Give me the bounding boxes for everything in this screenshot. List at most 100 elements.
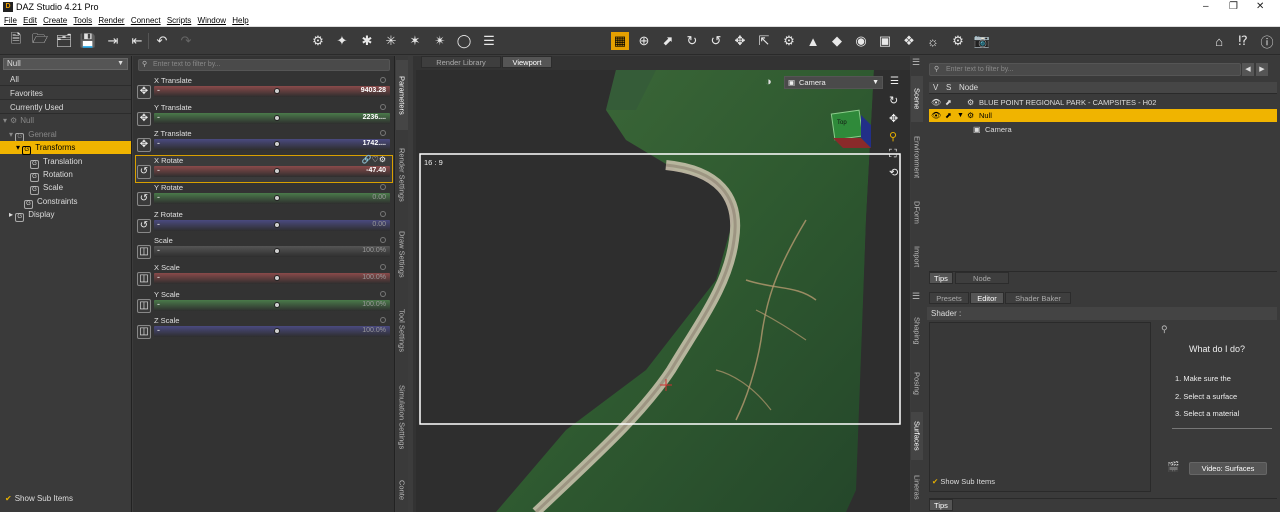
zoom-camera-icon[interactable]: ⚲ xyxy=(889,130,897,143)
tab-posing[interactable]: Posing xyxy=(911,360,923,406)
tab-presets[interactable]: Presets xyxy=(929,292,969,304)
menu-window[interactable]: Window xyxy=(198,15,226,27)
column-selectable[interactable]: S xyxy=(946,83,951,92)
open-file-icon[interactable]: 🗁 xyxy=(31,31,49,50)
pointer-tool-icon[interactable]: ⬈ xyxy=(659,32,677,50)
render-settings-icon[interactable]: ▣ xyxy=(876,32,894,50)
parameters-filter-input[interactable]: ⚲ Enter text to filter by... xyxy=(138,59,390,71)
tree-node-constraints[interactable]: G Constraints xyxy=(24,195,77,209)
create-primitive-icon[interactable]: ◯ xyxy=(455,32,473,50)
minus-icon[interactable]: - xyxy=(157,272,160,282)
menu-connect[interactable]: Connect xyxy=(131,15,161,27)
parameter-options-icon[interactable] xyxy=(380,290,386,297)
surfaces-show-sub-items-checkbox[interactable]: ✔ Show Sub Items xyxy=(932,477,995,486)
daz-connect-icon[interactable]: ⌂ xyxy=(1210,32,1228,50)
parameter-options-icon[interactable] xyxy=(380,317,386,324)
render-icon[interactable]: ⚙ xyxy=(949,32,967,50)
viewport-menu-icon[interactable]: ☰ xyxy=(890,76,899,87)
parameter-options-icon[interactable] xyxy=(380,237,386,244)
next-icon[interactable]: ▶ xyxy=(1256,63,1268,76)
parameter-z-scale[interactable]: Z Scale ◫ - 100.0% xyxy=(136,316,392,342)
help-step-3[interactable]: 3. Select a material xyxy=(1175,409,1239,418)
tab-lineras[interactable]: Lineras xyxy=(911,470,923,504)
tree-node-general[interactable]: ▾ G General xyxy=(9,128,57,142)
close-button[interactable]: ✕ xyxy=(1256,1,1264,12)
create-linearlight-icon[interactable]: ✶ xyxy=(406,32,424,50)
video-surfaces-button[interactable]: Video: Surfaces xyxy=(1189,462,1267,475)
panel-menu-icon[interactable]: ☰ xyxy=(911,58,923,68)
import-icon[interactable]: ⇥ xyxy=(104,32,122,50)
previous-icon[interactable]: ◀ xyxy=(1242,63,1254,76)
slider-knob[interactable] xyxy=(274,328,281,335)
minus-icon[interactable]: - xyxy=(157,138,160,148)
menu-render[interactable]: Render xyxy=(98,15,124,27)
parameter-value[interactable]: 100.0% xyxy=(362,247,386,254)
minus-icon[interactable]: - xyxy=(157,165,160,175)
minimize-button[interactable]: – xyxy=(1203,1,1209,12)
tab-content[interactable]: Conte xyxy=(396,470,408,510)
scene-node-row-selected[interactable]: 👁 ⬈ ▼ ⚙ Null xyxy=(929,109,1277,122)
tab-tool-settings[interactable]: Tool Settings xyxy=(396,296,408,364)
tab-surfaces[interactable]: Surfaces xyxy=(911,412,923,460)
category-favorites[interactable]: Favorites xyxy=(0,87,131,100)
create-distantlight-icon[interactable]: ✳ xyxy=(382,32,400,50)
tab-render-library[interactable]: Render Library xyxy=(421,56,501,68)
tab-parameters[interactable]: Parameters xyxy=(396,60,408,130)
parameter-y-translate[interactable]: Y Translate ✥ - 2236.... xyxy=(136,103,392,129)
3d-viewport[interactable]: 16 : 9 Top ◑ ▣ Camera ▼ ☰ ↻ ✥ ⚲ ⛶ ⟲ xyxy=(416,70,910,512)
slider-knob[interactable] xyxy=(274,248,281,255)
pointer-icon[interactable]: ⬈ xyxy=(945,96,952,109)
tree-node-display[interactable]: ▸ G Display xyxy=(9,208,54,222)
parameter-options-icon[interactable] xyxy=(380,103,386,110)
parameter-scale[interactable]: Scale ◫ - 100.0% xyxy=(136,236,392,262)
tab-shaping[interactable]: Shaping xyxy=(911,310,923,352)
expand-arrow-icon[interactable]: ▼ xyxy=(957,109,964,122)
tab-viewport[interactable]: Viewport xyxy=(502,56,552,68)
orbit-camera-icon[interactable]: ↻ xyxy=(889,94,898,107)
geometry-editor-icon[interactable]: ◆ xyxy=(828,32,846,50)
menu-scripts[interactable]: Scripts xyxy=(167,15,191,27)
parameter-value[interactable]: 9403.28 xyxy=(361,87,386,94)
parameter-value[interactable]: 2236.... xyxy=(363,114,386,121)
parameter-slider[interactable]: - 100.0% xyxy=(154,272,390,284)
help-icon[interactable]: ⓘ xyxy=(1258,32,1276,50)
parameter-y-scale[interactable]: Y Scale ◫ - 100.0% xyxy=(136,290,392,316)
parameter-options-icon[interactable] xyxy=(380,130,386,137)
parameter-slider[interactable]: - 9403.28 xyxy=(154,85,390,97)
parameter-slider[interactable]: - 2236.... xyxy=(154,112,390,124)
parameter-x-translate[interactable]: X Translate ✥ - 9403.28 xyxy=(136,76,392,102)
menu-file[interactable]: File xyxy=(4,15,17,27)
save-icon[interactable]: 💾 xyxy=(79,32,97,50)
menu-help[interactable]: Help xyxy=(232,15,248,27)
spot-render-icon[interactable]: ❖ xyxy=(900,32,918,50)
parameter-x-rotate[interactable]: X Rotate 🔗♡⚙ ↺ - -47.40 xyxy=(135,155,393,184)
tree-node-translation[interactable]: G Translation xyxy=(30,155,82,169)
camera-selector-dropdown[interactable]: ▣ Camera ▼ xyxy=(784,76,883,89)
category-currently-used[interactable]: Currently Used xyxy=(0,101,131,114)
new-file-icon[interactable]: 🗎 xyxy=(7,31,25,50)
parameter-slider[interactable]: - -47.40 xyxy=(154,165,390,178)
tree-node-transforms[interactable]: ▾ G Transforms xyxy=(0,141,131,155)
search-icon[interactable]: ⚲ xyxy=(1161,324,1168,335)
tab-tips[interactable]: Tips xyxy=(929,499,953,511)
link-favorite-settings-icons[interactable]: 🔗♡⚙ xyxy=(362,155,386,164)
minus-icon[interactable]: - xyxy=(157,85,160,95)
node-selector-dropdown[interactable]: Null ▼ xyxy=(3,58,128,70)
parameter-value[interactable]: 100.0% xyxy=(362,301,386,308)
node-weight-icon[interactable]: ◉ xyxy=(852,32,870,50)
eye-icon[interactable]: 👁 xyxy=(931,96,941,109)
tab-node[interactable]: Node xyxy=(955,272,1009,284)
tab-import[interactable]: Import xyxy=(911,240,923,274)
column-node[interactable]: Node xyxy=(959,83,978,92)
help-step-2[interactable]: 2. Select a surface xyxy=(1175,392,1237,401)
parameter-value[interactable]: 1742.... xyxy=(363,140,386,147)
minus-icon[interactable]: - xyxy=(157,112,160,122)
scene-node-row[interactable]: ▣ Camera xyxy=(929,123,1277,136)
camera-render-icon[interactable]: 📷 xyxy=(973,32,991,50)
universal-tool-icon[interactable]: ⊕ xyxy=(635,32,653,50)
frame-camera-icon[interactable]: ⛶ xyxy=(889,148,897,161)
scene-node-row[interactable]: 👁 ⬈ ⚙ BLUE POINT REGIONAL PARK - CAMPSIT… xyxy=(929,96,1277,109)
parameter-options-icon[interactable] xyxy=(380,263,386,270)
parameter-z-translate[interactable]: Z Translate ✥ - 1742.... xyxy=(136,129,392,155)
menu-create[interactable]: Create xyxy=(43,15,67,27)
